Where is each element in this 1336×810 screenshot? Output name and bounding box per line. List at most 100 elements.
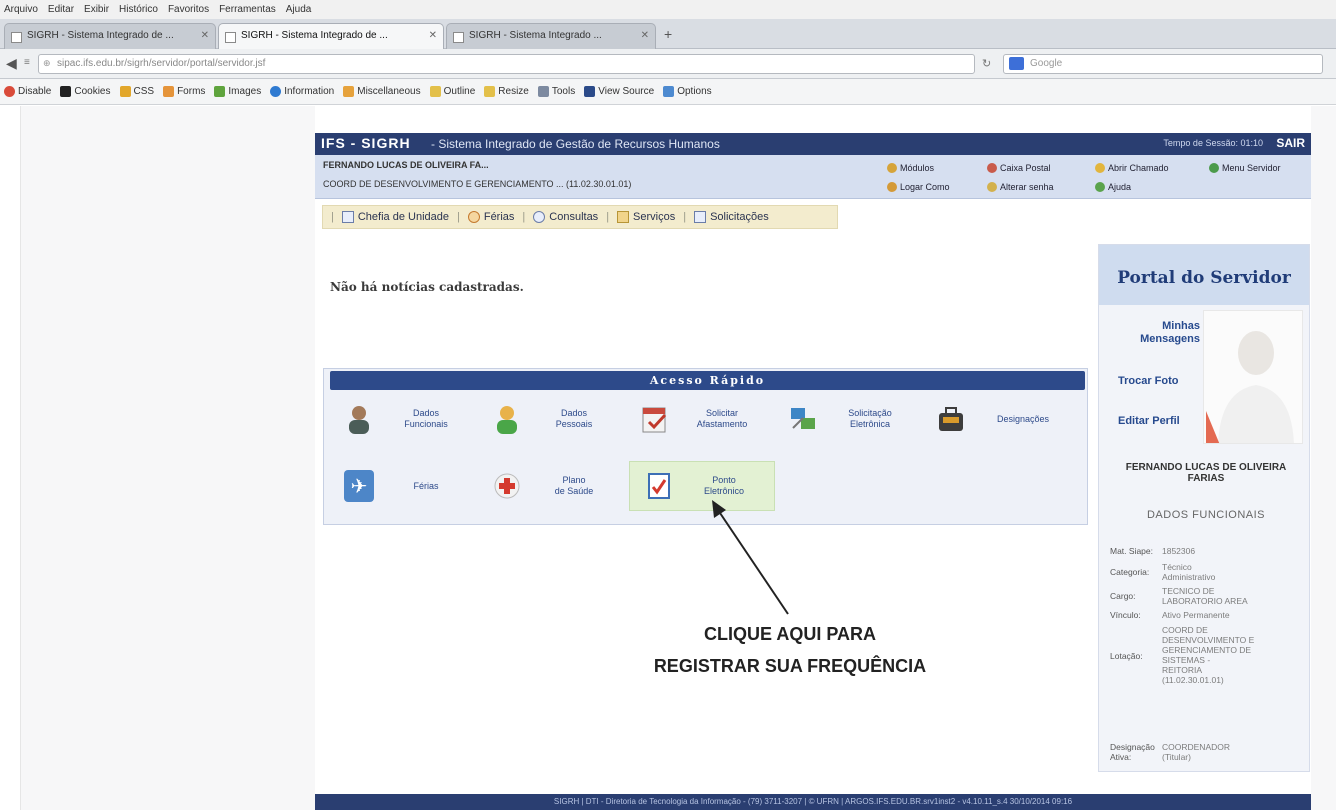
quick-access-title: Acesso Rápido [330,371,1085,390]
trocar-foto-link[interactable]: Trocar Foto [1108,375,1200,387]
chefia-icon [341,211,354,223]
key-icon [987,182,997,192]
toolbar-options[interactable]: Options [663,86,712,97]
employee-icon [344,403,374,435]
new-tab-button[interactable]: + [664,26,672,42]
menu-ferias[interactable]: Férias [467,211,514,223]
modulos-button[interactable]: Módulos [887,160,934,176]
tools-icon [537,86,549,97]
back-icon[interactable]: ◀ [6,55,17,72]
browser-tab-1[interactable]: SIGRH - Sistema Integrado de ... ✕ [4,23,216,49]
no-news-message: Não há notícias cadastradas. [330,280,524,294]
modules-icon [887,163,897,173]
menu-servidor-button[interactable]: Menu Servidor [1209,160,1281,176]
images-icon [214,86,226,97]
menu-ferramentas[interactable]: Ferramentas [219,4,276,15]
toolbar-cookies[interactable]: Cookies [60,86,111,97]
toolbar-forms[interactable]: Forms [163,86,205,97]
portal-user-name: FERNANDO LUCAS DE OLIVEIRA FARIAS [1125,462,1287,484]
logar-como-button[interactable]: Logar Como [887,179,950,195]
field-cargo: Cargo: TECNICO DE LABORATORIO AREA [1110,586,1248,606]
quick-solicitar-afastamento[interactable]: Solicitar Afastamento [626,397,774,441]
timesheet-icon [644,470,674,502]
tab-label: SIGRH - Sistema Integrado de ... [241,30,388,41]
menu-chefia-de-unidade[interactable]: Chefia de Unidade [341,211,449,223]
services-icon [617,211,630,223]
close-icon[interactable]: ✕ [201,30,209,41]
menu-ajuda[interactable]: Ajuda [286,4,312,15]
abrir-chamado-button[interactable]: Abrir Chamado [1095,160,1169,176]
toolbar-disable[interactable]: Disable [4,86,51,97]
quick-solicitacao-eletronica[interactable]: Solicitação Eletrônica [774,397,922,441]
quick-designacoes[interactable]: Designações [922,397,1080,441]
minhas-mensagens-link[interactable]: Minhas Mensagens [1108,320,1200,346]
menu-consultas[interactable]: Consultas [533,211,598,223]
css-icon [119,86,131,97]
editar-perfil-link[interactable]: Editar Perfil [1108,415,1200,427]
mailbox-icon [987,163,997,173]
functional-data-title: DADOS FUNCIONAIS [1146,509,1265,521]
google-icon [1009,57,1024,70]
alterar-senha-button[interactable]: Alterar senha [987,179,1054,195]
caixa-postal-button[interactable]: Caixa Postal [987,160,1051,176]
health-icon [492,470,522,502]
ajuda-button[interactable]: Ajuda [1095,179,1131,195]
toolbar-images[interactable]: Images [214,86,261,97]
miscellaneous-icon [343,86,355,97]
toolbar-resize[interactable]: Resize [484,86,529,97]
main-menu: | Chefia de Unidade | Férias | Consultas… [322,205,838,229]
page-icon [453,32,464,43]
quick-ferias[interactable]: ✈ Férias [330,464,478,508]
browser-tab-3[interactable]: SIGRH - Sistema Integrado ... ✕ [446,23,656,49]
toolbar-tools[interactable]: Tools [537,86,575,97]
requests-icon [694,211,707,223]
logout-button[interactable]: SAIR [1276,136,1305,150]
menu-arquivo[interactable]: Arquivo [4,4,38,15]
menu-editar[interactable]: Editar [48,4,74,15]
app-subtitle: - Sistema Integrado de Gestão de Recurso… [431,137,720,151]
left-gutter [20,106,315,810]
disable-icon [4,86,15,97]
toolbar-information[interactable]: Information [270,86,334,97]
airplane-icon: ✈ [344,470,374,502]
tab-label: SIGRH - Sistema Integrado ... [469,30,602,41]
person-icon [492,403,522,435]
browser-tab-2[interactable]: SIGRH - Sistema Integrado de ... ✕ [218,23,444,49]
url-input[interactable]: ⊕ sipac.ifs.edu.br/sigrh/servidor/portal… [38,54,975,74]
resize-icon [484,86,496,97]
help-icon [1095,182,1105,192]
quick-dados-pessoais[interactable]: Dados Pessoais [478,397,626,441]
field-lotacao: Lotação: COORD DE DESENVOLVIMENTO E GEREN… [1110,625,1255,685]
right-gutter [1311,106,1336,810]
globe-icon: ⊕ [43,58,51,68]
session-timer: Tempo de Sessão: 01:10 [1163,138,1263,148]
user-unit: COORD DE DESENVOLVIMENTO E GERENCIAMENTO… [323,179,632,189]
forms-icon [163,86,175,97]
toolbar-css[interactable]: CSS [119,86,154,97]
search-input[interactable]: Google [1003,54,1323,74]
quick-dados-funcionais[interactable]: Dados Funcionais [330,397,478,441]
menu-solicitacoes[interactable]: Solicitações [694,211,769,223]
avatar [1203,310,1303,444]
network-icon [788,403,818,435]
menu-servicos[interactable]: Serviços [617,211,675,223]
toolbar-miscellaneous[interactable]: Miscellaneous [343,86,421,97]
identity-icon[interactable]: ≡ [24,57,30,68]
menu-historico[interactable]: Histórico [119,4,158,15]
portal-title: Portal do Servidor [1117,268,1291,288]
browser-tabbar: SIGRH - Sistema Integrado de ... ✕ SIGRH… [0,19,1336,49]
toolbar-view-source[interactable]: View Source [584,86,654,97]
field-vinculo: Vínculo: Ativo Permanente [1110,610,1230,620]
quick-plano-de-saude[interactable]: Plano de Saúde [478,464,626,508]
close-icon[interactable]: ✕ [641,30,649,41]
user-name: FERNANDO LUCAS DE OLIVEIRA FA... [323,160,489,170]
menu-exibir[interactable]: Exibir [84,4,109,15]
close-icon[interactable]: ✕ [429,30,437,41]
view-source-icon [584,86,596,97]
developer-toolbar: Disable Cookies CSS Forms Images Informa… [0,79,1336,105]
information-icon [270,86,282,97]
toolbar-outline[interactable]: Outline [429,86,475,97]
reload-icon[interactable]: ↻ [982,57,991,70]
annotation-arrow [712,500,789,615]
menu-favoritos[interactable]: Favoritos [168,4,209,15]
